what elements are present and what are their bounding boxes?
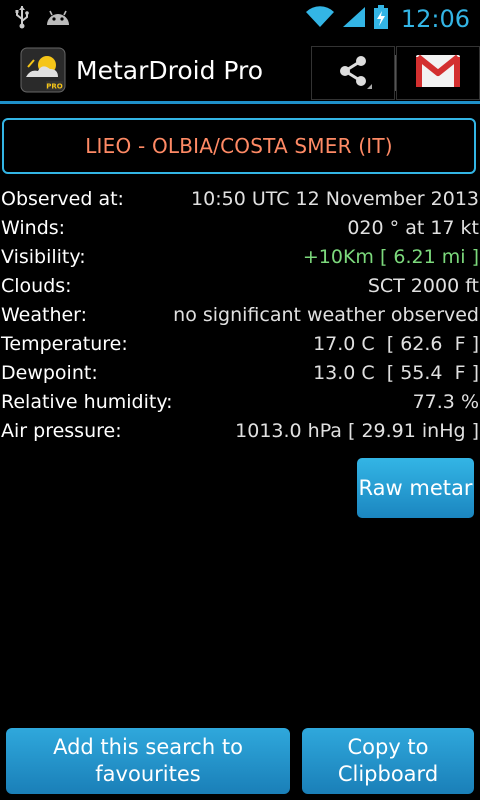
humidity-label: Relative humidity: xyxy=(1,390,173,413)
raw-metar-button[interactable]: Raw metar xyxy=(357,458,474,518)
status-bar: 12:06 xyxy=(0,0,480,38)
share-button[interactable] xyxy=(311,46,395,100)
share-icon xyxy=(333,51,373,95)
station-selector[interactable]: LIEO - OLBIA/COSTA SMER (IT) xyxy=(2,118,476,174)
winds-value: 020 ° at 17 kt xyxy=(347,216,479,239)
metar-report: Observed at: 10:50 UTC 12 November 2013 … xyxy=(0,184,480,445)
row-clouds: Clouds: SCT 2000 ft xyxy=(0,271,480,300)
pressure-value: 1013.0 hPa [ 29.91 inHg ] xyxy=(235,419,479,442)
row-humidity: Relative humidity: 77.3 % xyxy=(0,387,480,416)
signal-icon xyxy=(341,5,367,33)
winds-label: Winds: xyxy=(1,216,66,239)
actionbar-divider xyxy=(0,101,480,104)
row-weather: Weather: no significant weather observed xyxy=(0,300,480,329)
pressure-label: Air pressure: xyxy=(1,419,122,442)
row-winds: Winds: 020 ° at 17 kt xyxy=(0,213,480,242)
clouds-value: SCT 2000 ft xyxy=(367,274,479,297)
metardroid-logo-icon[interactable]: PRO xyxy=(20,47,66,93)
status-clock: 12:06 xyxy=(400,5,470,33)
battery-charging-icon xyxy=(373,4,389,34)
row-visibility: Visibility: +10Km [ 6.21 mi ] xyxy=(0,242,480,271)
copy-clipboard-button[interactable]: Copy to Clipboard xyxy=(302,728,474,794)
dewpoint-label: Dewpoint: xyxy=(1,361,98,384)
visibility-value: +10Km [ 6.21 mi ] xyxy=(302,245,479,268)
row-air-pressure: Air pressure: 1013.0 hPa [ 29.91 inHg ] xyxy=(0,416,480,445)
gmail-button[interactable] xyxy=(396,46,480,100)
row-observed-at: Observed at: 10:50 UTC 12 November 2013 xyxy=(0,184,480,213)
weather-label: Weather: xyxy=(1,303,88,326)
app-title: MetarDroid Pro xyxy=(76,55,264,85)
wifi-icon xyxy=(305,5,335,33)
temperature-value: 17.0 C [ 62.6 F ] xyxy=(313,332,479,355)
humidity-value: 77.3 % xyxy=(412,390,479,413)
row-dewpoint: Dewpoint: 13.0 C [ 55.4 F ] xyxy=(0,358,480,387)
visibility-label: Visibility: xyxy=(1,245,86,268)
clouds-label: Clouds: xyxy=(1,274,72,297)
usb-icon xyxy=(14,5,30,33)
temperature-label: Temperature: xyxy=(1,332,128,355)
android-icon xyxy=(44,7,72,31)
gmail-icon xyxy=(415,53,461,93)
row-temperature: Temperature: 17.0 C [ 62.6 F ] xyxy=(0,329,480,358)
action-bar: PRO MetarDroid Pro xyxy=(0,38,480,102)
observed-label: Observed at: xyxy=(1,187,124,210)
add-favourites-button[interactable]: Add this search to favourites xyxy=(6,728,290,794)
pro-badge: PRO xyxy=(46,83,63,91)
action-bar-actions xyxy=(311,46,480,102)
dewpoint-value: 13.0 C [ 55.4 F ] xyxy=(313,361,479,384)
weather-value: no significant weather observed xyxy=(173,303,479,326)
observed-value: 10:50 UTC 12 November 2013 xyxy=(191,187,479,210)
